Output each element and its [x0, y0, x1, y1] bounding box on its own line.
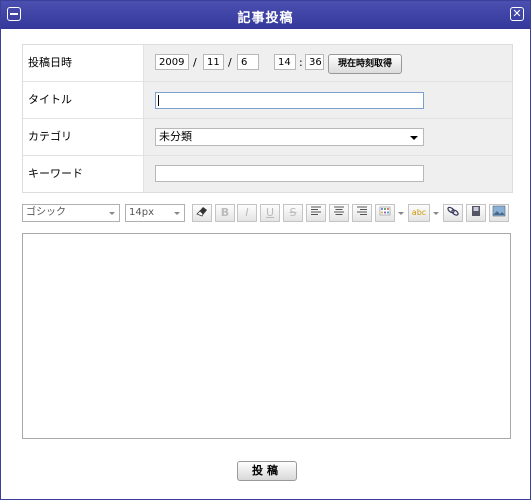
category-selected-value: 未分類 — [159, 130, 192, 143]
align-right-button[interactable] — [352, 204, 372, 222]
category-row: カテゴリ 未分類 — [23, 119, 512, 156]
align-right-icon — [357, 206, 367, 215]
chevron-down-icon[interactable] — [433, 212, 439, 215]
chevron-down-icon — [174, 212, 180, 215]
spellcheck-button[interactable]: abc — [408, 204, 430, 222]
align-left-button[interactable] — [306, 204, 326, 222]
window-title: 記事投稿 — [237, 11, 294, 26]
link-icon — [447, 206, 459, 216]
bookmark-icon — [472, 206, 480, 216]
link-button[interactable] — [443, 204, 463, 222]
text-caret — [158, 95, 159, 106]
editor-toolbar: ゴシック 14px B I U S abc — [22, 203, 512, 223]
month-field[interactable]: 11 — [203, 54, 224, 70]
post-article-window: 記事投稿 ✕ 投稿日時 2009 / 11 / 6 14 : 36 現在時刻取得… — [0, 0, 531, 500]
align-left-icon — [311, 206, 321, 215]
font-size-value: 14px — [129, 207, 154, 218]
keyword-row: キーワード — [23, 156, 512, 192]
keyword-label: キーワード — [23, 156, 144, 192]
date-separator: / — [193, 56, 197, 69]
content-editor[interactable] — [22, 233, 511, 439]
font-family-value: ゴシック — [26, 207, 66, 218]
title-input[interactable] — [155, 92, 424, 109]
submit-post-button[interactable]: 投稿 — [237, 461, 297, 481]
post-form: 投稿日時 2009 / 11 / 6 14 : 36 現在時刻取得 タイトル カ… — [22, 44, 513, 193]
insert-image-button[interactable] — [489, 204, 509, 222]
hour-field[interactable]: 14 — [274, 54, 296, 70]
color-grid-icon — [379, 206, 391, 216]
category-label: カテゴリ — [23, 119, 144, 155]
bookmark-button[interactable] — [466, 204, 486, 222]
time-separator: : — [299, 56, 303, 69]
date-separator: / — [228, 56, 232, 69]
minute-field[interactable]: 36 — [305, 54, 324, 70]
clear-format-button[interactable] — [192, 204, 212, 222]
day-field[interactable]: 6 — [237, 54, 259, 70]
underline-button[interactable]: U — [260, 204, 280, 222]
font-family-select[interactable]: ゴシック — [22, 204, 120, 222]
font-size-select[interactable]: 14px — [125, 204, 185, 222]
get-current-time-button[interactable]: 現在時刻取得 — [328, 54, 402, 74]
datetime-row: 投稿日時 2009 / 11 / 6 14 : 36 現在時刻取得 — [23, 45, 512, 82]
align-center-button[interactable] — [329, 204, 349, 222]
category-select[interactable]: 未分類 — [155, 128, 424, 146]
chevron-down-icon[interactable] — [398, 212, 404, 215]
chevron-down-icon — [410, 136, 418, 140]
strikethrough-button[interactable]: S — [283, 204, 303, 222]
title-row: タイトル — [23, 82, 512, 119]
table-button[interactable] — [375, 204, 395, 222]
bold-button[interactable]: B — [215, 204, 235, 222]
title-bar: 記事投稿 ✕ — [1, 1, 530, 29]
image-icon — [492, 205, 506, 217]
year-field[interactable]: 2009 — [155, 54, 189, 70]
keyword-input[interactable] — [155, 165, 424, 182]
close-icon[interactable]: ✕ — [510, 7, 524, 21]
eraser-icon — [196, 207, 207, 217]
datetime-label: 投稿日時 — [23, 45, 144, 81]
align-center-icon — [334, 206, 344, 215]
spellcheck-label: abc — [411, 208, 427, 217]
chevron-down-icon — [109, 212, 115, 215]
italic-button[interactable]: I — [237, 204, 257, 222]
title-label: タイトル — [23, 82, 144, 118]
